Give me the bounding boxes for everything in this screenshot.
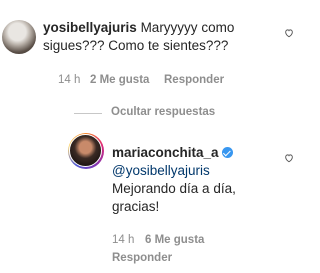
avatar[interactable] (2, 20, 36, 54)
verified-badge-icon (221, 147, 233, 158)
reply-label[interactable]: Responder (164, 74, 224, 86)
likes-count[interactable]: 2 Me gusta (90, 74, 149, 86)
mention-link[interactable]: @yosibellyajuris (112, 162, 210, 180)
reply-text-line2: gracias! (112, 199, 160, 214)
comment-body: yosibellyajuris Maryyyyy como (43, 19, 283, 37)
reply-text-line1: Mejorando día a día, (112, 181, 236, 196)
hide-replies-button[interactable]: Ocultar respuestas (111, 106, 215, 118)
divider (74, 113, 102, 114)
comment-text-line2: sigues??? Como te sientes??? (43, 38, 229, 53)
reply-button[interactable]: Responder (164, 74, 224, 86)
heart-outline-icon[interactable] (284, 27, 294, 41)
reply-body: mariaconchita_a (112, 144, 282, 162)
comment-username[interactable]: yosibellyajuris (43, 20, 137, 35)
avatar[interactable] (69, 134, 102, 167)
comment-likes[interactable]: 2 Me gusta (90, 74, 149, 86)
reply-time[interactable]: 14 h (112, 234, 134, 246)
hide-replies-label[interactable]: Ocultar respuestas (111, 106, 215, 118)
comment-text-line1: Maryyyyy como (140, 20, 235, 35)
likes-count[interactable]: 6 Me gusta (145, 234, 204, 246)
reply-label[interactable]: Responder (112, 252, 172, 264)
reply-button[interactable]: Responder (112, 252, 172, 264)
reply-likes[interactable]: 6 Me gusta (145, 234, 204, 246)
comment-time[interactable]: 14 h (58, 74, 80, 86)
reply-username[interactable]: mariaconchita_a (112, 145, 219, 160)
heart-outline-icon[interactable] (284, 152, 294, 166)
